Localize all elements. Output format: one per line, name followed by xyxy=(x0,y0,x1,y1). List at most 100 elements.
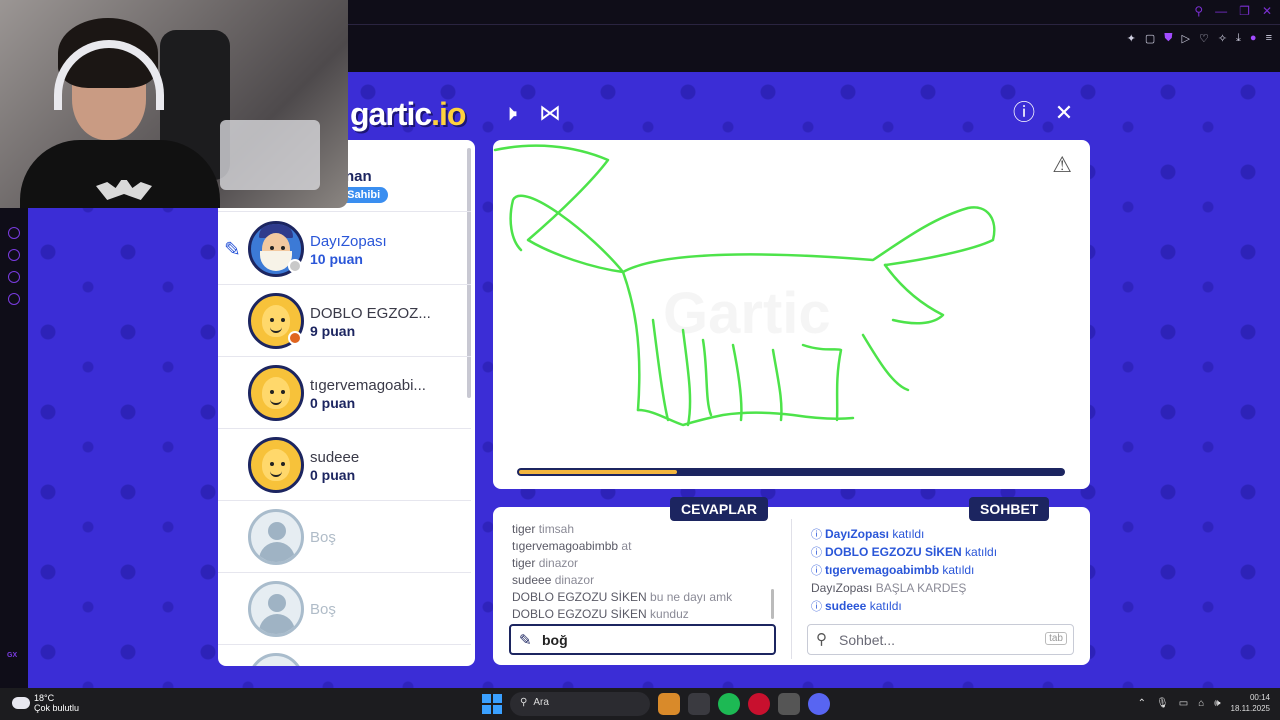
window-controls: ⚲ — ❐ ✕ xyxy=(1194,4,1272,18)
avatar xyxy=(248,437,304,493)
pencil-icon: ✎ xyxy=(224,239,241,261)
player-row: sudeee 0 puan xyxy=(218,429,471,501)
timer-fill xyxy=(519,470,677,474)
answer-text: kunduz xyxy=(650,607,689,621)
answer-item: tiger timsah xyxy=(512,521,774,538)
player-score: 0 puan xyxy=(310,467,356,483)
game-app-icon[interactable] xyxy=(658,693,680,715)
player-name: sudeee xyxy=(310,449,360,466)
answer-text: at xyxy=(621,539,632,553)
chat-user: DOBLO EGZOZU SİKEN xyxy=(825,545,962,559)
clock[interactable]: 00:14 18.11.2025 xyxy=(1231,692,1270,714)
answer-item: DOBLO EGZOZU SİKEN kunduz xyxy=(512,606,774,623)
clock-time: 00:14 xyxy=(1249,693,1270,702)
answer-text: dinazor xyxy=(538,556,579,570)
empty-slot: Boş xyxy=(218,501,471,573)
start-button[interactable] xyxy=(482,694,502,714)
pin-icon[interactable]: ✦ xyxy=(1127,32,1136,45)
opera-gx-icon[interactable] xyxy=(748,693,770,715)
chat-text: katıldı xyxy=(942,563,975,577)
temperature: 18°C xyxy=(34,693,55,703)
chat-input[interactable]: ⚲ Sohbet... tab xyxy=(807,624,1074,655)
drawing-canvas[interactable]: Gartic ⚠ xyxy=(493,140,1090,489)
taskbar-search[interactable]: ⚲ Ara xyxy=(510,692,650,716)
timer-bar xyxy=(517,468,1065,476)
bottom-panel: tiger timsah tıgervemagoabimbb at tiger di… xyxy=(493,507,1090,665)
profile-icon[interactable]: ● xyxy=(1250,32,1257,45)
player-name: Boş xyxy=(310,601,336,618)
close-window-icon[interactable]: ✕ xyxy=(1262,4,1272,18)
search-icon: ⚲ xyxy=(520,697,528,708)
gartic-logo: gartic.io xyxy=(350,96,466,132)
answer-user: tiger xyxy=(512,522,536,536)
history-icon[interactable] xyxy=(8,249,20,261)
player-name: nan xyxy=(345,168,372,185)
system-tray: ⌃ 🎙 ▭ ⌂ 🕪 00:14 18.11.2025 xyxy=(1138,692,1270,714)
answer-item: tiger dinazor xyxy=(512,555,774,572)
sound-icon[interactable]: 🕨 xyxy=(497,100,523,126)
weather-widget[interactable]: 18°C Çok bulutlu xyxy=(12,693,79,713)
info-icon[interactable]: ⓘ xyxy=(1011,100,1037,126)
answer-item: sudeee dinazor xyxy=(512,572,774,589)
chat-item: ⓘ sudeee katıldı xyxy=(811,597,1081,615)
answer-user: DOBLO EGZOZU SİKEN xyxy=(512,590,647,604)
share-icon[interactable]: ⋈ xyxy=(537,100,563,126)
chat-item: DayıZopası BAŞLA KARDEŞ xyxy=(811,579,1081,597)
shield-icon[interactable]: ⛊ xyxy=(1164,32,1172,45)
avatar xyxy=(248,581,304,637)
chat-text: katıldı xyxy=(869,599,902,613)
extensions-icon[interactable]: ✧ xyxy=(1218,32,1227,45)
answers-scrollbar[interactable] xyxy=(771,589,774,619)
chevron-up-icon[interactable]: ⌃ xyxy=(1138,698,1146,709)
clock-date: 18.11.2025 xyxy=(1230,704,1270,713)
drawing-strokes xyxy=(493,144,996,427)
windows-taskbar: 18°C Çok bulutlu ⚲ Ara ⌃ 🎙 ▭ ⌂ 🕪 00:14 18… xyxy=(0,688,1280,720)
player-row: ✎ DayıZopası 10 puan xyxy=(218,213,471,285)
chat-item: ⓘ DayıZopası katıldı xyxy=(811,525,1081,543)
info-icon: ⓘ xyxy=(811,601,822,613)
answer-item: tıgervemagoabimbb at xyxy=(512,538,774,555)
maximize-icon[interactable]: ❐ xyxy=(1239,4,1250,18)
answers-list: tiger timsah tıgervemagoabimbb at tiger di… xyxy=(512,521,774,623)
volume-icon[interactable]: 🕪 xyxy=(1214,698,1220,709)
info-icon: ⓘ xyxy=(811,529,822,541)
display-icon[interactable]: ▭ xyxy=(1179,698,1188,709)
webcam-overlay xyxy=(0,0,348,208)
empty-slot: Boş xyxy=(218,573,471,645)
heart-icon[interactable]: ♡ xyxy=(1199,32,1209,45)
download-icon[interactable]: ⤓ xyxy=(1236,32,1241,45)
answer-input[interactable]: ✎ boğ xyxy=(509,624,776,655)
steam-icon[interactable] xyxy=(778,693,800,715)
search-icon: ⚲ xyxy=(816,631,827,648)
settings-icon[interactable] xyxy=(8,293,20,305)
answer-user: tıgervemagoabimbb xyxy=(512,539,619,553)
report-warning-icon[interactable]: ⚠ xyxy=(1052,152,1072,178)
menu-icon[interactable]: ≡ xyxy=(1266,32,1272,45)
player-score: 9 puan xyxy=(310,323,356,339)
file-explorer-icon[interactable] xyxy=(688,693,710,715)
player-row: DOBLO EGZOZ... 9 puan xyxy=(218,285,471,357)
sidebar-app-icon[interactable] xyxy=(8,227,20,239)
search-icon[interactable]: ⚲ xyxy=(1194,4,1203,18)
player-list: ✎ DayıZopası 10 puan DOBLO EGZOZ... 9 pu… xyxy=(218,140,475,666)
chat-user: sudeee xyxy=(825,599,867,613)
network-icon[interactable]: ⌂ xyxy=(1198,698,1204,709)
extensions-sidebar-icon[interactable] xyxy=(8,271,20,283)
avatar xyxy=(248,365,304,421)
microphone-icon[interactable]: 🎙 xyxy=(1156,698,1169,709)
answer-text: bu ne dayı amk xyxy=(650,590,733,604)
answer-user: sudeee xyxy=(512,573,552,587)
cloud-icon xyxy=(12,697,30,709)
tab-chat[interactable]: SOHBET xyxy=(969,497,1050,521)
player-icon[interactable]: ▷ xyxy=(1181,32,1189,45)
snapshot-icon[interactable]: ▢ xyxy=(1145,32,1155,45)
tab-answers[interactable]: CEVAPLAR xyxy=(670,497,768,521)
spotify-icon[interactable] xyxy=(718,693,740,715)
minimize-icon[interactable]: — xyxy=(1215,4,1227,18)
discord-icon[interactable] xyxy=(808,693,830,715)
chat-user: DayıZopası xyxy=(825,527,890,541)
chat-list: ⓘ DayıZopası katıldı ⓘ DOBLO EGZOZU SİKEN k… xyxy=(811,525,1081,615)
close-icon[interactable]: ✕ xyxy=(1051,100,1077,126)
avatar xyxy=(248,509,304,565)
chat-input-placeholder: Sohbet... xyxy=(839,632,896,648)
